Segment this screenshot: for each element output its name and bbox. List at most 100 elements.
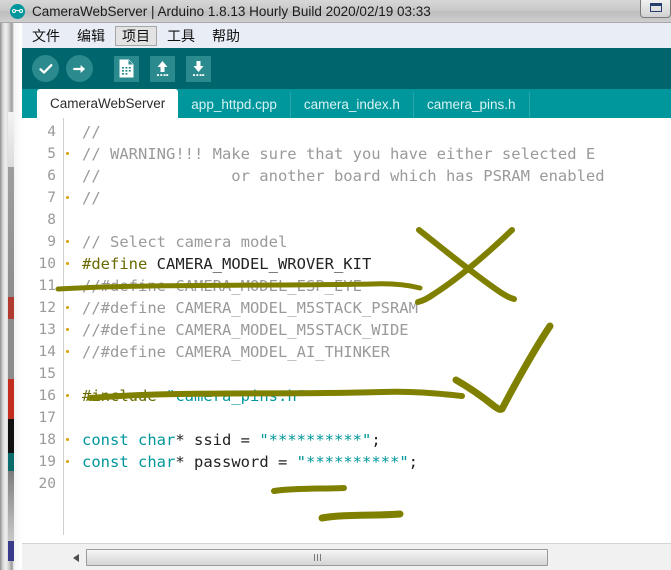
code-token: //#define CAMERA_MODEL_ESP_EYE xyxy=(82,277,362,295)
toolbar xyxy=(22,48,671,89)
line-number: 15 xyxy=(38,366,56,382)
verify-button[interactable] xyxy=(32,55,59,82)
code-token: * ssid = xyxy=(175,431,260,449)
code-token: const xyxy=(82,453,129,471)
arrow-right-circle-icon xyxy=(72,64,85,73)
menu-bar: 文件 编辑 项目 工具 帮助 xyxy=(22,23,671,49)
syntax-marker-dot xyxy=(66,350,69,353)
code-token: "**********" xyxy=(259,431,372,449)
code-token: "camera_pins.h" xyxy=(166,387,306,405)
marker-column xyxy=(64,118,72,543)
line-number: 4 xyxy=(47,124,56,140)
open-arrow-up-icon xyxy=(157,61,169,76)
code-token: // Select camera model xyxy=(82,233,288,251)
code-token: "**********" xyxy=(296,453,409,471)
code-line[interactable]: // Select camera model xyxy=(82,231,287,253)
line-number: 19 xyxy=(38,454,56,470)
checkmark-circle-icon xyxy=(38,63,52,74)
code-line[interactable]: //#define CAMERA_MODEL_M5STACK_PSRAM xyxy=(82,297,418,319)
code-line[interactable]: //#define CAMERA_MODEL_ESP_EYE xyxy=(82,275,362,297)
editor-bottom-filler xyxy=(22,535,671,543)
code-line[interactable]: #include "camera_pins.h" xyxy=(82,385,306,407)
code-token: char xyxy=(138,453,176,471)
syntax-marker-dot xyxy=(66,196,69,199)
syntax-marker-dot xyxy=(66,152,69,155)
line-number: 18 xyxy=(38,432,56,448)
line-number: 17 xyxy=(38,410,56,426)
code-token: // xyxy=(82,123,101,141)
scroll-grip-icon xyxy=(313,554,321,561)
code-token: // xyxy=(82,189,101,207)
code-token: * password = xyxy=(175,453,297,471)
line-number: 16 xyxy=(38,388,56,404)
upload-button[interactable] xyxy=(66,55,93,82)
code-line[interactable]: // xyxy=(82,187,101,209)
code-token: //#define CAMERA_MODEL_M5STACK_PSRAM xyxy=(82,299,418,317)
code-token: //#define CAMERA_MODEL_AI_THINKER xyxy=(82,343,390,361)
new-document-icon xyxy=(119,59,134,78)
code-token: // WARNING!!! Make sure that you have ei… xyxy=(82,145,596,163)
code-editor[interactable]: 4 5 6 7 8 9 10 11 12 13 14 15 16 17 18 19 20 // // WARNIN… xyxy=(22,118,671,543)
tab-camera-pins-h[interactable]: camera_pins.h xyxy=(413,91,530,118)
line-number: 5 xyxy=(47,146,56,162)
code-token: //#define CAMERA_MODEL_M5STACK_WIDE xyxy=(82,321,409,339)
code-line[interactable]: #define CAMERA_MODEL_WROVER_KIT xyxy=(82,253,371,275)
code-token: ; xyxy=(408,453,418,471)
save-arrow-down-icon xyxy=(193,61,205,76)
line-number: 14 xyxy=(38,344,56,360)
syntax-marker-dot xyxy=(66,394,69,397)
code-token: #include xyxy=(82,387,157,405)
code-token: const xyxy=(82,431,129,449)
line-number: 12 xyxy=(38,300,56,316)
syntax-marker-dot xyxy=(66,262,69,265)
open-button[interactable] xyxy=(150,55,175,82)
window-title: CameraWebServer | Arduino 1.8.13 Hourly … xyxy=(32,3,431,19)
scroll-track[interactable] xyxy=(86,549,633,566)
code-token: // or another board which has PSRAM enab… xyxy=(82,167,605,185)
line-number: 13 xyxy=(38,322,56,338)
menu-help[interactable]: 帮助 xyxy=(205,26,247,46)
syntax-marker-dot xyxy=(66,240,69,243)
syntax-marker-dot xyxy=(66,306,69,309)
menu-edit[interactable]: 编辑 xyxy=(70,26,112,46)
code-line[interactable]: // xyxy=(82,121,101,143)
menu-tools[interactable]: 工具 xyxy=(160,26,202,46)
line-number-gutter: 4 5 6 7 8 9 10 11 12 13 14 15 16 17 18 19 20 xyxy=(22,118,64,543)
line-number: 8 xyxy=(47,212,56,228)
background-window-edge xyxy=(0,0,22,570)
new-button[interactable] xyxy=(114,55,139,82)
code-line[interactable]: const char* ssid = "**********"; xyxy=(82,429,381,451)
code-token: CAMERA_MODEL_WROVER_KIT xyxy=(147,255,372,273)
horizontal-scroll-thumb[interactable] xyxy=(86,549,548,566)
code-token: ; xyxy=(371,431,381,449)
tab-bar: CameraWebServer app_httpd.cpp camera_ind… xyxy=(22,89,671,118)
line-number: 20 xyxy=(38,476,56,492)
line-number: 7 xyxy=(47,190,56,206)
horizontal-scrollbar[interactable] xyxy=(22,543,671,570)
menu-sketch[interactable]: 项目 xyxy=(115,25,157,46)
line-number: 6 xyxy=(47,168,56,184)
code-line[interactable]: // WARNING!!! Make sure that you have ei… xyxy=(82,143,595,165)
code-line[interactable]: //#define CAMERA_MODEL_M5STACK_WIDE xyxy=(82,319,409,341)
code-token: #define xyxy=(82,255,148,273)
title-bar: CameraWebServer | Arduino 1.8.13 Hourly … xyxy=(0,0,671,23)
line-number: 9 xyxy=(47,234,56,250)
save-button[interactable] xyxy=(186,55,211,82)
code-token: char xyxy=(138,431,176,449)
line-number: 10 xyxy=(38,256,56,272)
code-line[interactable]: // or another board which has PSRAM enab… xyxy=(82,165,605,187)
restore-button[interactable] xyxy=(640,0,671,18)
syntax-marker-dot xyxy=(66,328,69,331)
scroll-left-arrow[interactable] xyxy=(67,549,84,566)
tab-app-httpd-cpp[interactable]: app_httpd.cpp xyxy=(178,91,291,118)
tab-camerawebserver[interactable]: CameraWebServer xyxy=(37,89,179,118)
code-line[interactable]: const char* password = "**********"; xyxy=(82,451,418,473)
line-number: 11 xyxy=(38,278,56,294)
menu-file[interactable]: 文件 xyxy=(25,26,67,46)
code-text-area[interactable]: // // WARNING!!! Make sure that you have … xyxy=(72,118,671,543)
code-line[interactable]: //#define CAMERA_MODEL_AI_THINKER xyxy=(82,341,390,363)
tab-camera-index-h[interactable]: camera_index.h xyxy=(290,91,414,118)
arduino-ide-window: CameraWebServer | Arduino 1.8.13 Hourly … xyxy=(0,0,671,570)
